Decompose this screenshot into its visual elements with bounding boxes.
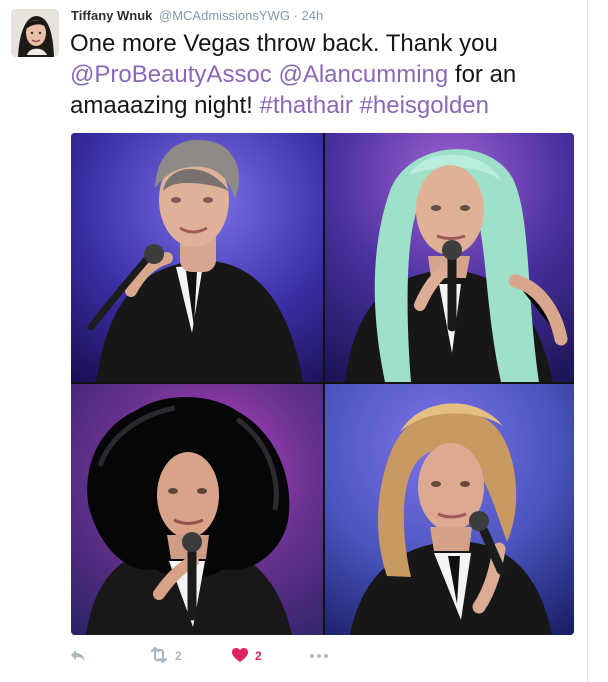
tweet-actions: 2 2 bbox=[69, 646, 399, 666]
retweet-button[interactable]: 2 bbox=[149, 646, 182, 666]
tweet-header: Tiffany Wnuk @MCAdmissionsYWG · 24h bbox=[71, 8, 323, 26]
reply-icon bbox=[69, 647, 87, 666]
reply-button[interactable] bbox=[69, 646, 87, 666]
user-name[interactable]: Tiffany Wnuk bbox=[71, 8, 152, 23]
retweet-count: 2 bbox=[175, 649, 182, 663]
photo-afro-wig bbox=[71, 384, 323, 635]
heart-icon bbox=[231, 647, 249, 666]
avatar[interactable] bbox=[11, 9, 59, 57]
retweet-icon bbox=[149, 646, 169, 666]
photo-short-grey-hair bbox=[71, 133, 323, 382]
photo-1[interactable] bbox=[71, 133, 323, 382]
photo-mint-wig bbox=[325, 133, 574, 382]
time-separator: · bbox=[293, 8, 298, 23]
tweet-card[interactable]: Tiffany Wnuk @MCAdmissionsYWG · 24h One … bbox=[0, 0, 588, 682]
photo-blonde-wig bbox=[325, 384, 574, 635]
photo-4[interactable] bbox=[325, 384, 574, 635]
hashtag-link-heisgolden[interactable]: #heisgolden bbox=[360, 92, 489, 119]
mention-link-probeautyassoc[interactable]: @ProBeautyAssoc bbox=[70, 61, 272, 88]
more-dots-icon bbox=[309, 649, 329, 663]
tweet-text-part: One more Vegas throw back. Thank you bbox=[70, 30, 498, 57]
timestamp[interactable]: 24h bbox=[302, 8, 324, 23]
more-button[interactable] bbox=[309, 646, 329, 666]
like-count: 2 bbox=[255, 649, 262, 663]
tweet-text: One more Vegas throw back. Thank you @Pr… bbox=[70, 28, 578, 121]
user-handle[interactable]: @MCAdmissionsYWG bbox=[159, 8, 290, 23]
mention-link-alancumming[interactable]: @Alancumming bbox=[278, 61, 448, 88]
photo-2[interactable] bbox=[325, 133, 574, 382]
hashtag-link-thathair[interactable]: #thathair bbox=[259, 92, 352, 119]
photo-grid[interactable] bbox=[71, 133, 574, 635]
avatar-image bbox=[11, 9, 59, 57]
photo-3[interactable] bbox=[71, 384, 323, 635]
like-button[interactable]: 2 bbox=[231, 646, 262, 666]
